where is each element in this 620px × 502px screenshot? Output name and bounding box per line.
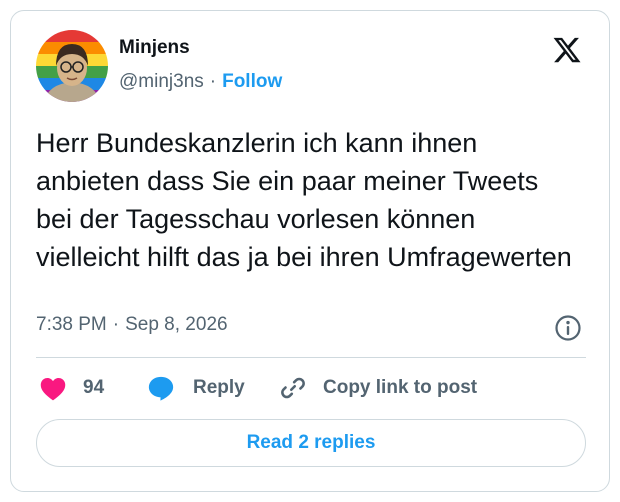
avatar[interactable] [36,30,108,102]
speech-bubble-icon [148,376,174,401]
link-icon [281,377,305,399]
tweet-time: 7:38 PM [36,314,107,335]
reply-button[interactable]: Reply [147,373,245,403]
timestamp-separator: · [112,314,120,335]
follow-link[interactable]: Follow [222,71,282,92]
like-button[interactable]: 94 [39,373,104,403]
heart-icon [40,377,66,401]
like-count: 94 [83,377,105,398]
tweet-date: Sep 8, 2026 [125,314,228,335]
info-icon[interactable] [554,314,582,342]
display-name[interactable]: Minjens [119,37,190,59]
copy-link-button[interactable]: Copy link to post [279,373,477,403]
handle-line: @minj3ns · Follow [119,71,282,93]
tweet-text: Herr Bundeskanzlerin ich kann ihnen anbi… [36,128,572,272]
handle[interactable]: @minj3ns [119,71,204,92]
tweet-card: Minjens @minj3ns · Follow Herr Bundeskanzl… [10,10,610,492]
handle-separator: · [209,71,217,92]
x-logo-icon[interactable] [552,35,582,65]
reply-label: Reply [193,377,245,398]
action-bar: 94 Reply Copy link to post [11,373,611,403]
tweet-timestamp[interactable]: 7:38 PM · Sep 8, 2026 [36,314,228,336]
read-replies-button[interactable]: Read 2 replies [36,419,586,467]
copy-link-label: Copy link to post [323,377,478,398]
divider [36,357,586,358]
